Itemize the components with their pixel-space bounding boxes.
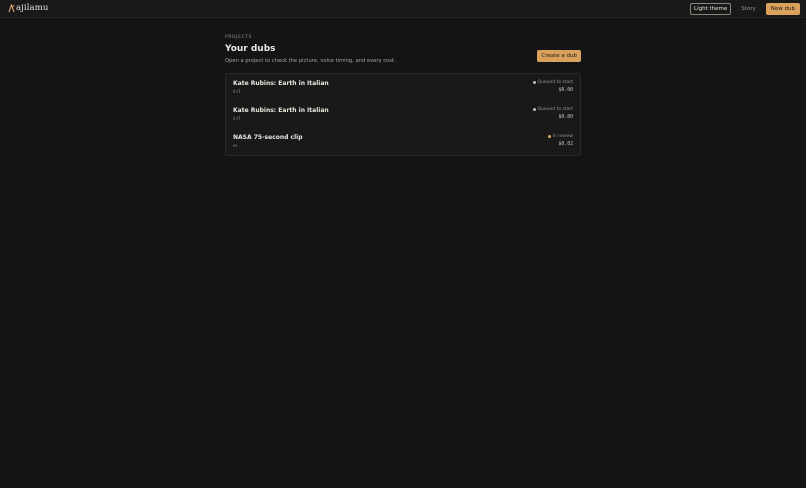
project-row[interactable]: Kate Rubins: Earth in Italian it-IT Queu… [226, 74, 580, 101]
project-row[interactable]: Kate Rubins: Earth in Italian it-IT Queu… [226, 101, 580, 128]
status-dot-icon [533, 81, 536, 84]
create-dub-button[interactable]: Create a dub [537, 50, 581, 62]
project-status: Queued to start [533, 107, 573, 112]
story-button[interactable]: Story [736, 3, 761, 15]
project-cost: $0.00 [558, 115, 573, 120]
project-title: Kate Rubins: Earth in Italian [233, 80, 329, 87]
logo-mark-icon [8, 3, 15, 12]
top-bar: ajilamu Light theme Story New dub [0, 0, 806, 18]
project-list: Kate Rubins: Earth in Italian it-IT Queu… [225, 73, 581, 156]
project-cost: $0.02 [558, 142, 573, 147]
project-title: Kate Rubins: Earth in Italian [233, 107, 329, 114]
project-row[interactable]: NASA 75-second clip es In review $0.02 [226, 128, 580, 155]
status-dot-icon [548, 135, 551, 138]
projects-section: PROJECTS Your dubs Open a project to che… [225, 35, 581, 156]
page-subtitle: Open a project to check the picture, voi… [225, 58, 396, 64]
page-title: Your dubs [225, 44, 276, 54]
logo[interactable]: ajilamu [8, 3, 48, 13]
project-title: NASA 75-second clip [233, 134, 303, 141]
project-language: it-IT [233, 116, 241, 121]
new-dub-button[interactable]: New dub [765, 3, 800, 15]
status-label: In review [552, 134, 574, 139]
section-eyebrow: PROJECTS [225, 35, 253, 40]
status-label: Queued to start [537, 80, 574, 85]
project-cost: $0.00 [558, 88, 573, 93]
logo-text: ajilamu [16, 3, 49, 13]
theme-toggle-button[interactable]: Light theme [690, 3, 732, 15]
status-dot-icon [533, 108, 536, 111]
project-status: In review [548, 134, 573, 139]
project-language: es [233, 143, 238, 148]
project-status: Queued to start [533, 80, 573, 85]
status-label: Queued to start [537, 107, 574, 112]
project-language: it-IT [233, 89, 241, 94]
